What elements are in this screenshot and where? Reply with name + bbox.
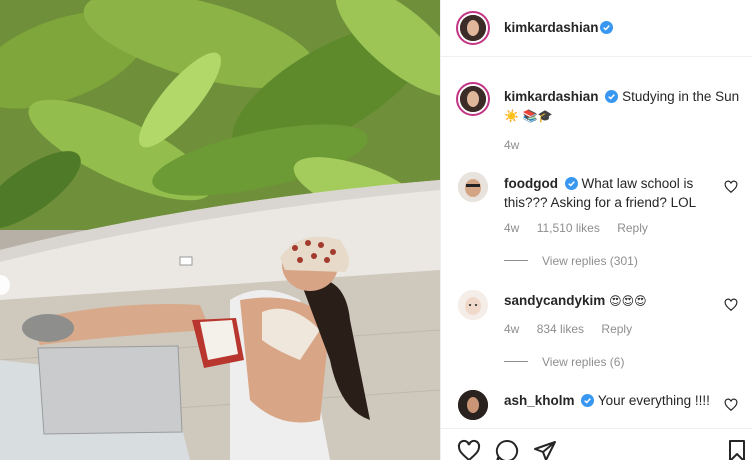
verified-icon	[600, 21, 613, 34]
verified-icon	[605, 90, 619, 103]
view-replies-label[interactable]: View replies (6)	[542, 355, 624, 369]
view-replies-label[interactable]: View replies (301)	[542, 254, 638, 268]
commenter-avatar-image	[458, 290, 488, 320]
bookmark-icon[interactable]	[725, 439, 749, 460]
view-replies-toggle[interactable]: View replies (301)	[504, 254, 638, 268]
comment-sandycandykim: sandycandykim 😍😍😍	[504, 291, 714, 311]
replies-divider	[504, 260, 528, 261]
comment-reply-link[interactable]: Reply	[601, 322, 632, 336]
post-details-panel: kimkardashian kimkardashian Studying in …	[440, 0, 752, 460]
comment-icon[interactable]	[495, 439, 519, 460]
comment-age: 4w	[504, 221, 520, 235]
comment-ash-kholm: ash_kholm Your everything !!!!	[504, 391, 714, 410]
heart-icon[interactable]	[457, 439, 481, 460]
author-avatar-image	[460, 15, 486, 41]
comment-meta: 4w 834 likes Reply	[504, 322, 646, 336]
post-action-bar	[441, 428, 752, 460]
comment-text: 😍😍😍	[609, 294, 647, 308]
commenter-avatar-image	[458, 172, 488, 202]
caption-text: Studying in the Sun	[622, 89, 740, 104]
verified-icon	[564, 177, 578, 190]
verified-icon	[581, 394, 595, 407]
comment-username[interactable]: ash_kholm	[504, 393, 575, 408]
comment-reply-link[interactable]: Reply	[617, 221, 648, 235]
comment-meta: 4w 11,510 likes Reply	[504, 221, 662, 235]
post-header: kimkardashian	[441, 0, 752, 57]
author-username[interactable]: kimkardashian	[504, 20, 599, 35]
comment-like-heart-icon[interactable]	[724, 298, 738, 312]
share-icon[interactable]	[533, 439, 557, 460]
comment-text-continued: this??? Asking for a friend? LOL	[504, 195, 697, 210]
comment-avatar-ash-kholm[interactable]	[458, 390, 488, 420]
comment-avatar-foodgod[interactable]	[458, 172, 488, 202]
comment-avatar-sandycandykim[interactable]	[458, 290, 488, 320]
caption-username[interactable]: kimkardashian	[504, 89, 599, 104]
comment-likes[interactable]: 834 likes	[537, 322, 584, 336]
comment-like-heart-icon[interactable]	[724, 180, 738, 194]
comment-likes[interactable]: 11,510 likes	[537, 221, 600, 235]
comment-like-heart-icon[interactable]	[724, 398, 738, 412]
caption-avatar[interactable]	[456, 82, 490, 116]
comment-age: 4w	[504, 322, 520, 336]
comment-username[interactable]: foodgod	[504, 176, 558, 191]
comment-foodgod: foodgod What law school is this??? Askin…	[504, 174, 714, 212]
view-replies-toggle[interactable]: View replies (6)	[504, 355, 624, 369]
post-photo-illustration	[0, 0, 440, 460]
comment-username[interactable]: sandycandykim	[504, 293, 605, 308]
caption-avatar-image	[460, 86, 486, 112]
author-avatar[interactable]	[456, 11, 490, 45]
comment-text: What law school is	[581, 176, 694, 191]
commenter-avatar-image	[458, 390, 488, 420]
caption: kimkardashian Studying in the Sun ☀️ 📚🎓	[504, 87, 740, 126]
caption-emoji: ☀️ 📚🎓	[504, 109, 553, 123]
post-photo[interactable]	[0, 0, 440, 460]
comment-text: Your everything !!!!	[597, 393, 710, 408]
caption-age: 4w	[504, 138, 520, 152]
replies-divider	[504, 361, 528, 362]
